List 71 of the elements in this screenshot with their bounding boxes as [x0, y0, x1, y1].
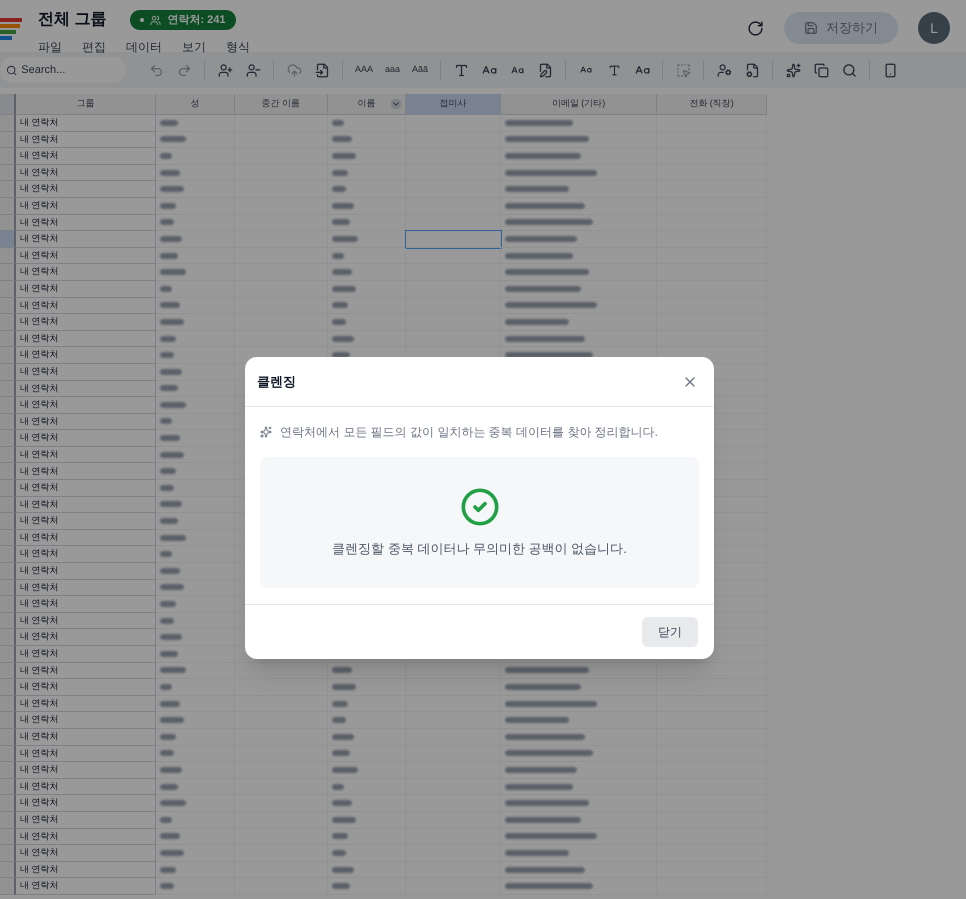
table-cell: 내 연락처	[16, 646, 156, 663]
menu-item[interactable]: 파일	[38, 38, 62, 56]
table-cell: 내 연락처	[16, 132, 156, 148]
result-message: 클렌징할 중복 데이터나 무의미한 공백이 없습니다.	[332, 540, 627, 558]
menu-item[interactable]: 편집	[82, 38, 106, 56]
column-header[interactable]: 이름	[328, 94, 406, 115]
table-cell: 내 연락처	[16, 629, 156, 646]
table-cell: 내 연락처	[16, 546, 156, 564]
table-cell: 내 연락처	[16, 181, 156, 198]
table-cell: 내 연락처	[16, 728, 156, 746]
table-cell: 내 연락처	[16, 612, 156, 630]
table-cell: 내 연락처	[16, 480, 156, 497]
table-cell: 내 연락처	[16, 430, 156, 447]
search-field[interactable]: Search...	[21, 62, 120, 78]
table-cell: 내 연락처	[16, 280, 156, 298]
table-cell: 내 연락처	[16, 330, 156, 348]
table-cell: 내 연락처	[16, 596, 156, 613]
app-title: 전체 그룹	[38, 10, 106, 30]
column-header[interactable]: 전화 (직장)	[657, 94, 767, 115]
table-cell: 내 연락처	[16, 878, 156, 895]
table-cell: 내 연락처	[16, 414, 156, 430]
table-cell: 내 연락처	[16, 778, 156, 796]
table-cell: 내 연락처	[16, 662, 156, 680]
table-cell: 내 연락처	[16, 164, 156, 182]
table-cell: 내 연락처	[16, 214, 156, 232]
dialog-description: 연락처에서 모든 필드의 값이 일치하는 중복 데이터를 찾아 정리합니다.	[280, 424, 658, 441]
column-header[interactable]: 중간 이름	[235, 94, 328, 115]
table-cell: 내 연락처	[16, 530, 156, 546]
table-cell: 내 연락처	[16, 696, 156, 712]
dialog-title: 클렌징	[257, 372, 296, 391]
table-cell: 내 연락처	[16, 496, 156, 514]
column-header[interactable]: 성	[156, 94, 235, 115]
table-cell: 내 연락처	[16, 264, 156, 281]
table-cell: 내 연락처	[16, 513, 156, 530]
menu-item[interactable]: 보기	[182, 38, 206, 56]
close-dialog-button[interactable]: 닫기	[642, 617, 698, 647]
table-cell: 내 연락처	[16, 314, 156, 331]
case-button[interactable]: Aāā	[406, 56, 434, 84]
table-cell: 내 연락처	[16, 828, 156, 846]
table-cell: 내 연락처	[16, 148, 156, 165]
table-cell: 내 연락처	[16, 845, 156, 862]
table-cell: 내 연락처	[16, 746, 156, 762]
case-button[interactable]: aaa	[379, 56, 406, 84]
table-cell: 내 연락처	[16, 397, 156, 414]
column-header[interactable]: 이메일 (기타)	[501, 94, 657, 115]
table-cell: 내 연락처	[16, 115, 156, 132]
column-header[interactable]: 접미사	[406, 94, 501, 115]
table-cell: 내 연락처	[16, 380, 156, 398]
avatar[interactable]: L	[918, 12, 950, 44]
table-cell: 내 연락처	[16, 762, 156, 779]
table-cell: 내 연락처	[16, 463, 156, 480]
table-cell: 내 연락처	[16, 298, 156, 314]
table-cell: 내 연락처	[16, 580, 156, 596]
table-cell: 내 연락처	[16, 231, 156, 248]
column-header[interactable]: 그룹	[16, 94, 156, 115]
table-cell: 내 연락처	[16, 679, 156, 696]
badge-label: 연락처: 241	[167, 12, 226, 28]
table-cell: 내 연락처	[16, 712, 156, 729]
table-cell: 내 연락처	[16, 198, 156, 215]
menu-item[interactable]: 데이터	[126, 38, 162, 56]
table-cell: 내 연락처	[16, 364, 156, 380]
table-cell: 내 연락처	[16, 862, 156, 878]
table-cell: 내 연락처	[16, 795, 156, 812]
table-cell: 내 연락처	[16, 563, 156, 580]
table-cell: 내 연락처	[16, 446, 156, 464]
table-cell: 내 연락처	[16, 347, 156, 364]
search-box[interactable]: Search...	[0, 57, 126, 83]
table-cell: 내 연락처	[16, 248, 156, 264]
menu-item[interactable]: 형식	[226, 38, 250, 56]
case-button[interactable]: AAA	[349, 56, 380, 84]
table-cell: 내 연락처	[16, 812, 156, 829]
